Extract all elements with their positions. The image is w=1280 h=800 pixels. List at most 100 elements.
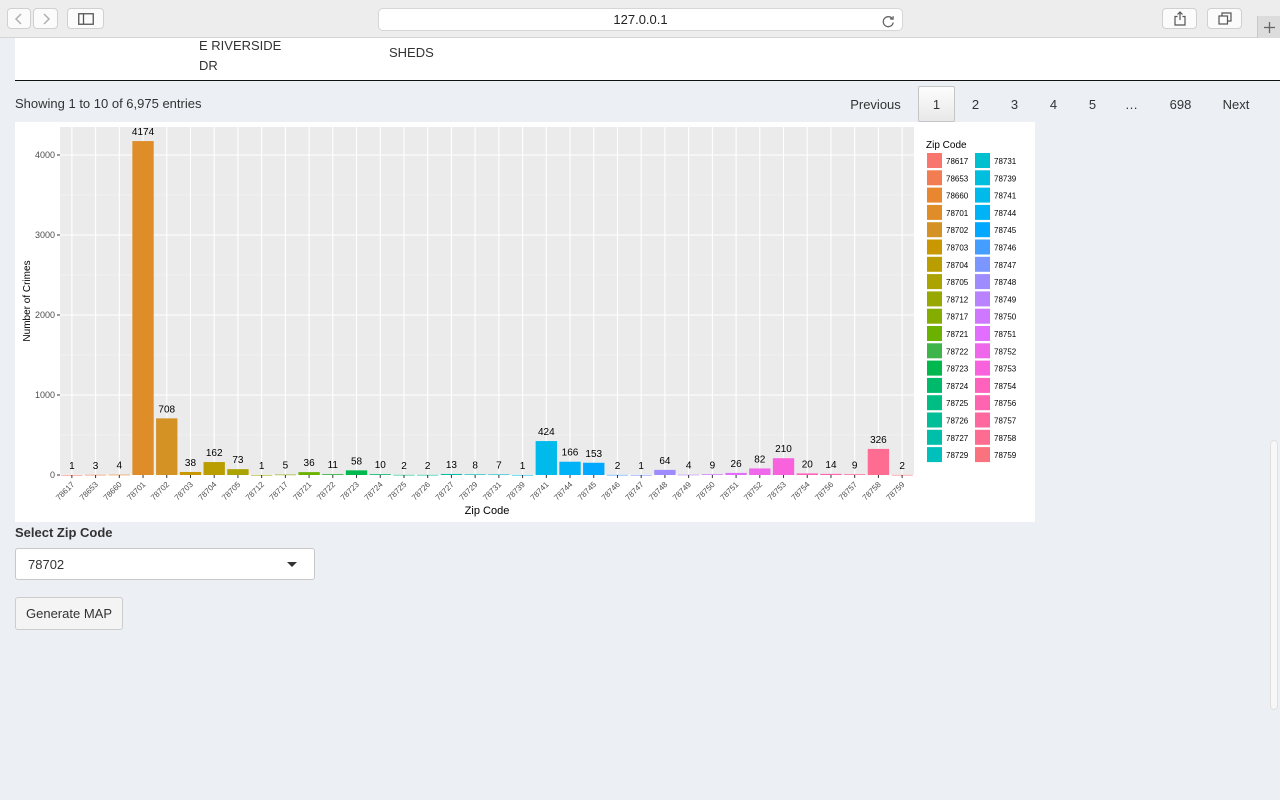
legend-swatch [927,429,942,445]
crime-bar-chart: 0 1000 2000 3000 4000 1 78617 3 78653 4 78660 4174 7… [15,122,1035,522]
data-label: 9 [710,460,716,471]
legend-label: 78653 [946,174,969,183]
legend-label: 78739 [994,174,1017,183]
x-tick-label: 78721 [291,480,313,502]
legend-swatch [975,429,990,445]
legend-label: 78702 [946,226,969,235]
legend-label: 78731 [994,157,1017,166]
legend-label: 78723 [946,365,969,374]
y-axis-title: Number of Crimes [22,260,33,341]
x-tick-label: 78617 [54,480,76,502]
data-label: 210 [775,444,792,455]
bar [701,474,724,475]
x-tick-label: 78704 [197,480,219,502]
chart-svg: 0 1000 2000 3000 4000 1 78617 3 78653 4 78660 4174 7… [22,127,1017,517]
legend-label: 78726 [946,417,969,426]
address-line-1: E RIVERSIDE [199,38,282,53]
bar [844,474,866,475]
bar [322,474,344,475]
x-tick-label: 78701 [125,480,147,502]
x-tick-label: 78751 [718,480,740,502]
bar [583,462,605,475]
legend-swatch [927,187,942,203]
legend-swatch [975,170,990,186]
pagination-page-698[interactable]: 698 [1160,86,1201,122]
data-label: 2 [899,461,905,472]
bar [772,458,795,475]
browser-toolbar: 127.0.0.1 [0,0,1280,38]
scrollbar[interactable] [1270,440,1278,710]
x-tick-label: 78731 [481,480,503,502]
bar [440,473,463,475]
select-zip-label: Select Zip Code [15,525,113,540]
x-tick-label: 78757 [837,480,859,502]
legend-label: 78722 [946,347,969,356]
legend-swatch [927,308,942,324]
pagination-ellipsis: … [1125,96,1138,112]
legend-swatch [927,395,942,411]
x-tick-label: 78749 [671,480,693,502]
legend-swatch [927,360,942,376]
address-cell: E RIVERSIDE DR [199,36,289,76]
legend-label: 78751 [994,330,1017,339]
legend-label: 78756 [994,399,1017,408]
x-tick-label: 78739 [505,480,527,502]
legend-swatch [975,153,990,168]
pagination-next[interactable]: Next [1213,86,1259,122]
pagination-page-2[interactable]: 2 [957,86,994,122]
pagination-page-4[interactable]: 4 [1035,86,1072,122]
x-tick-label: 78748 [647,480,669,502]
pagination-page-3[interactable]: 3 [996,86,1033,122]
y-tick-label: 4000 [35,150,55,160]
back-button[interactable] [7,8,31,29]
x-tick-label: 78703 [173,480,195,502]
bar [156,418,178,475]
generate-map-button[interactable]: Generate MAP [15,597,123,630]
x-tick-label: 78725 [386,480,408,502]
data-label: 5 [283,461,289,472]
data-table-last-row: E RIVERSIDE DR SHEDS [15,38,1280,81]
bar [203,462,225,475]
bar [535,441,557,475]
legend-label: 78759 [994,451,1017,460]
data-label: 2 [615,461,621,472]
legend-swatch [927,170,942,186]
legend-title: Zip Code [926,140,967,151]
bar [749,468,771,475]
x-tick-label: 78653 [78,480,100,502]
legend-label: 78753 [994,365,1017,374]
data-label: 9 [852,460,858,471]
bar [298,472,320,475]
zip-code-select[interactable]: 78702 [15,548,315,580]
sidebar-button[interactable] [67,8,104,29]
legend-swatch [975,395,990,411]
legend-label: 78660 [946,192,969,201]
legend-label: 78717 [946,313,969,322]
legend-label: 78705 [946,278,969,287]
legend-label: 78724 [946,382,969,391]
pagination-previous[interactable]: Previous [838,86,913,122]
legend-label: 78754 [994,382,1017,391]
legend-swatch [927,326,942,341]
data-label: 1 [520,461,526,472]
forward-button[interactable] [33,8,58,29]
legend-swatch [975,360,990,376]
data-label: 36 [304,458,316,469]
data-label: 20 [802,459,814,470]
address-bar[interactable]: 127.0.0.1 [378,8,903,31]
data-label: 4 [686,461,692,472]
x-tick-label: 78750 [695,480,717,502]
legend-label: 78725 [946,399,969,408]
reload-button[interactable] [882,13,895,34]
tabs-button[interactable] [1207,8,1242,29]
x-tick-label: 78745 [576,480,598,502]
reload-icon [882,16,894,28]
pagination-page-1[interactable]: 1 [918,86,955,122]
data-label: 4 [117,461,123,472]
legend-label: 78727 [946,434,969,443]
pagination-page-5[interactable]: 5 [1074,86,1111,122]
share-button[interactable] [1162,8,1197,29]
new-tab-button[interactable] [1257,16,1280,38]
x-tick-label: 78746 [600,480,622,502]
legend-swatch [975,343,990,359]
